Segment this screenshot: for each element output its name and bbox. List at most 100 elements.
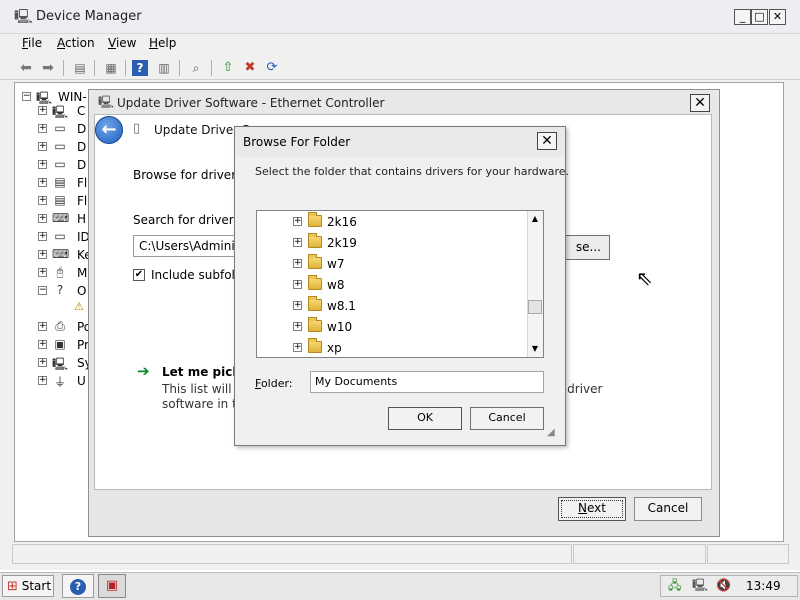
show-hide-tree-icon[interactable]: ▤ xyxy=(70,58,90,78)
expand-icon[interactable]: + xyxy=(38,250,47,259)
start-label: Start xyxy=(21,579,52,593)
system-icon: 🖳 xyxy=(52,357,69,371)
expand-icon[interactable]: + xyxy=(38,160,47,169)
ide-icon: ▭ xyxy=(54,229,66,243)
windows-logo-icon: ⊞ xyxy=(7,579,18,594)
expand-icon[interactable]: + xyxy=(293,217,302,226)
resize-grip-icon[interactable]: ◢ xyxy=(547,428,555,438)
port-icon: ⎙ xyxy=(55,319,65,333)
expand-icon[interactable]: + xyxy=(38,376,47,385)
scroll-down-icon[interactable]: ▼ xyxy=(527,341,543,357)
expand-icon[interactable]: + xyxy=(38,340,47,349)
scrollbar-thumb[interactable] xyxy=(528,300,542,314)
expand-icon[interactable]: + xyxy=(38,268,47,277)
help-icon[interactable]: ? xyxy=(132,60,148,76)
usb-icon: ⏚ xyxy=(53,375,66,389)
folder-icon xyxy=(308,254,322,269)
folder-name: w7 xyxy=(327,257,345,271)
expand-icon[interactable]: + xyxy=(38,214,47,223)
folder-tree-scrollbar[interactable] xyxy=(527,211,543,357)
include-subfolders-label[interactable]: Include subfold xyxy=(151,268,243,282)
expand-icon[interactable]: + xyxy=(293,322,302,331)
expand-icon[interactable]: + xyxy=(293,301,302,310)
expand-icon[interactable]: + xyxy=(293,343,302,352)
folder-name: w8.1 xyxy=(327,299,356,313)
folder-name: w8 xyxy=(327,278,345,292)
menu-help[interactable]: Help xyxy=(149,36,176,50)
expand-icon[interactable]: + xyxy=(38,196,47,205)
expand-icon[interactable]: + xyxy=(293,280,302,289)
toolbar-separator xyxy=(211,60,212,76)
help-icon: ? xyxy=(70,579,86,595)
update-driver-icon[interactable]: ⇧ xyxy=(218,58,238,78)
expand-icon[interactable]: + xyxy=(38,178,47,187)
menu-action[interactable]: Action xyxy=(57,36,95,50)
expand-icon[interactable]: + xyxy=(38,232,47,241)
expand-icon[interactable]: + xyxy=(38,358,47,367)
update-driver-app-icon: 🖳 xyxy=(98,95,115,109)
dialog-close-button[interactable]: ✕ xyxy=(690,94,710,112)
back-arrow-icon[interactable]: ← xyxy=(95,116,123,144)
disk-icon: ▭ xyxy=(54,121,66,135)
tree-item-label: Fl xyxy=(77,194,88,208)
folder-item[interactable]: + w10 xyxy=(293,317,383,336)
enable-device-icon[interactable]: ⟳ xyxy=(262,58,282,78)
folder-icon xyxy=(308,296,322,311)
expand-icon[interactable]: + xyxy=(293,238,302,247)
keyboard-icon: ⌨ xyxy=(52,211,70,225)
folder-icon xyxy=(308,233,322,248)
back-arrow-icon[interactable]: ⬅ xyxy=(16,58,36,78)
folder-icon xyxy=(308,317,322,332)
status-bar-cell xyxy=(707,544,789,564)
floppy-icon: ▤ xyxy=(54,175,66,189)
keyboard-icon: ⌨ xyxy=(52,247,70,261)
toolbar-separator xyxy=(179,60,180,76)
green-arrow-icon: ➔ xyxy=(137,362,150,380)
menu-view[interactable]: View xyxy=(108,36,136,50)
expand-icon[interactable]: + xyxy=(38,124,47,133)
folder-item[interactable]: + w7 xyxy=(293,254,383,273)
taskbar-device-manager[interactable]: ▣ xyxy=(98,574,126,598)
device-icon: ▯ xyxy=(133,121,141,136)
taskbar-help[interactable]: ? xyxy=(62,574,94,598)
pick-description-line: This list will sl xyxy=(162,382,245,396)
scan-hardware-icon[interactable]: ⌕ xyxy=(186,58,206,78)
next-button[interactable]: Next xyxy=(558,497,626,521)
properties-icon[interactable]: ▦ xyxy=(101,58,121,78)
warning-device-icon[interactable]: ⚠ xyxy=(74,300,84,313)
cancel-button[interactable]: Cancel xyxy=(634,497,702,521)
folder-input[interactable]: My Documents xyxy=(310,371,544,393)
expand-icon[interactable]: + xyxy=(38,142,47,151)
network-disconnected-icon[interactable]: 🖳 xyxy=(692,579,708,591)
mouse-icon: 🖰 xyxy=(56,265,64,279)
status-bar-cell xyxy=(12,544,572,564)
driver-path-input[interactable]: C:\Users\Administ xyxy=(133,235,243,257)
forward-arrow-icon[interactable]: ➡ xyxy=(38,58,58,78)
uninstall-icon[interactable]: ✖ xyxy=(240,58,260,78)
minimize-button[interactable]: _ xyxy=(734,9,751,25)
expand-icon[interactable]: + xyxy=(38,106,47,115)
maximize-button[interactable]: □ xyxy=(751,9,768,25)
folder-item[interactable]: + w8 xyxy=(293,275,383,294)
folder-icon xyxy=(308,212,322,227)
start-button[interactable]: ⊞ Start xyxy=(2,575,54,597)
ok-button[interactable]: OK xyxy=(388,407,462,430)
scroll-up-icon[interactable]: ▲ xyxy=(527,211,543,227)
expand-icon[interactable]: + xyxy=(38,322,47,331)
volume-muted-icon[interactable]: 🔇 xyxy=(716,579,731,591)
close-button[interactable]: ✕ xyxy=(769,9,786,25)
network-icon[interactable]: 🖧 xyxy=(668,579,681,591)
details-view-icon[interactable]: ▥ xyxy=(154,58,174,78)
collapse-icon[interactable]: − xyxy=(22,92,31,101)
folder-item[interactable]: + w8.1 xyxy=(293,296,383,315)
folder-item[interactable]: +2k16 xyxy=(293,212,383,231)
browse-cancel-button[interactable]: Cancel xyxy=(470,407,544,430)
menu-file[interactable]: File xyxy=(22,36,42,50)
include-subfolders-checkbox[interactable]: ✔ xyxy=(133,269,145,281)
collapse-icon[interactable]: − xyxy=(38,286,47,295)
expand-icon[interactable]: + xyxy=(293,259,302,268)
folder-item[interactable]: + xp xyxy=(293,338,383,357)
browse-folder-close-button[interactable]: ✕ xyxy=(537,132,557,150)
folder-item[interactable]: +2k19 xyxy=(293,233,383,252)
folder-name: 2k19 xyxy=(327,236,357,250)
